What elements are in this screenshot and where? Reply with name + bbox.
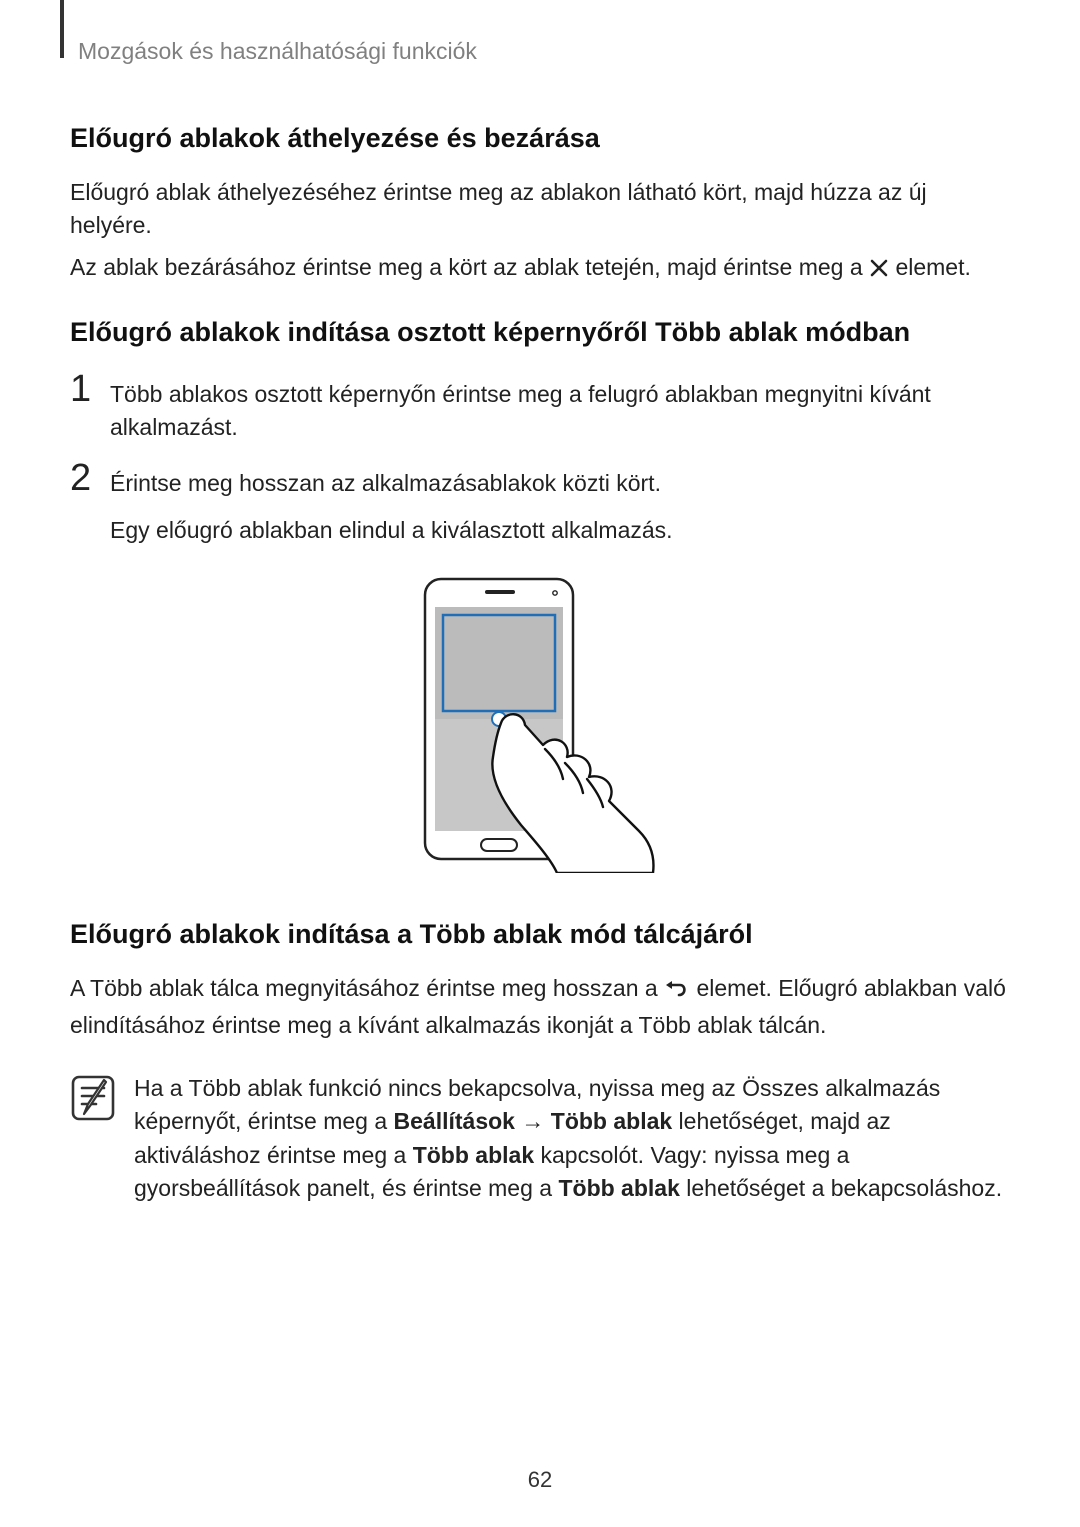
back-icon <box>664 975 690 1008</box>
step-2: 2 Érintse meg hosszan az alkalmazásablak… <box>70 459 1010 500</box>
running-header: Mozgások és használhatósági funkciók <box>78 38 1010 65</box>
step-1: 1 Több ablakos osztott képernyőn érintse… <box>70 370 1010 445</box>
text-segment: lehetőséget a bekapcsoláshoz. <box>680 1175 1002 1201</box>
step-2-result: Egy előugró ablakban elindul a kiválaszt… <box>110 514 1010 547</box>
close-icon <box>869 254 889 287</box>
bold-settings: Beállítások <box>394 1108 515 1134</box>
step-text: Több ablakos osztott képernyőn érintse m… <box>110 370 1010 445</box>
text-segment: Az ablak bezárásához érintse meg a kört … <box>70 254 869 280</box>
paragraph-close-popup: Az ablak bezárásához érintse meg a kört … <box>70 251 1010 287</box>
bold-multiwindow-3: Több ablak <box>558 1175 679 1201</box>
paragraph-move-popup: Előugró ablak áthelyezéséhez érintse meg… <box>70 176 1010 243</box>
note-block: Ha a Több ablak funkció nincs bekapcsolv… <box>70 1072 1010 1205</box>
bold-multiwindow-2: Több ablak <box>413 1142 534 1168</box>
page-number: 62 <box>0 1467 1080 1493</box>
note-icon <box>70 1072 116 1127</box>
step-number: 1 <box>70 370 110 408</box>
text-segment: A Több ablak tálca megnyitásához érintse… <box>70 975 664 1001</box>
bold-multiwindow-1: Több ablak <box>551 1108 672 1134</box>
step-number: 2 <box>70 459 110 497</box>
page-crop-mark <box>60 0 64 58</box>
step-text: Érintse meg hosszan az alkalmazásablakok… <box>110 459 661 500</box>
text-segment: elemet. <box>895 254 970 280</box>
heading-launch-from-split: Előugró ablakok indítása osztott képerny… <box>70 317 1010 348</box>
paragraph-open-tray: A Több ablak tálca megnyitásához érintse… <box>70 972 1010 1042</box>
note-text: Ha a Több ablak funkció nincs bekapcsolv… <box>134 1072 1010 1205</box>
heading-move-close-popups: Előugró ablakok áthelyezése és bezárása <box>70 123 1010 154</box>
heading-launch-from-tray: Előugró ablakok indítása a Több ablak mó… <box>70 919 1010 950</box>
arrow-separator: → <box>515 1108 551 1134</box>
illustration-phone-touch <box>70 573 1010 873</box>
